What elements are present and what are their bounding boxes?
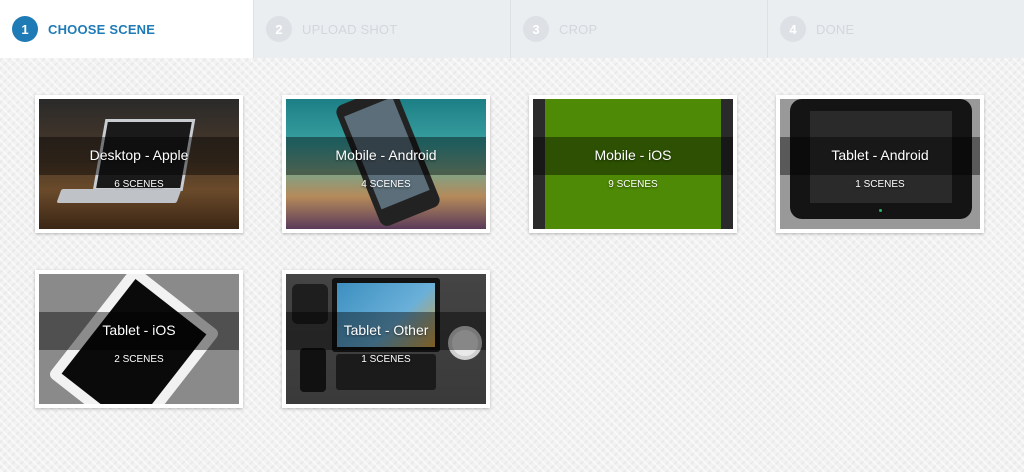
scene-card-tablet-ios[interactable]: Tablet - iOS 2 SCENES: [35, 270, 243, 408]
scene-title: Tablet - Other: [343, 322, 429, 338]
scene-card-tablet-android[interactable]: Tablet - Android 1 SCENES: [776, 95, 984, 233]
step-choose-scene[interactable]: 1 CHOOSE SCENE: [0, 0, 254, 58]
scene-thumbnail: Tablet - Other 1 SCENES: [286, 274, 486, 404]
scene-count: 1 SCENES: [361, 354, 411, 365]
scene-count: 6 SCENES: [114, 179, 164, 190]
scene-thumbnail: Tablet - Android 1 SCENES: [780, 99, 980, 229]
step-done[interactable]: 4 DONE: [768, 0, 1024, 58]
step-number: 3: [523, 16, 549, 42]
scene-card-tablet-other[interactable]: Tablet - Other 1 SCENES: [282, 270, 490, 408]
scene-count: 2 SCENES: [114, 354, 164, 365]
scene-title: Mobile - iOS: [594, 147, 672, 163]
laptop-base-graphic: [56, 189, 182, 203]
step-label: DONE: [816, 21, 855, 37]
scene-title: Mobile - Android: [335, 147, 437, 163]
scene-title: Tablet - iOS: [102, 322, 176, 338]
step-number: 2: [266, 16, 292, 42]
scene-title: Desktop - Apple: [89, 147, 189, 163]
step-label: UPLOAD SHOT: [302, 21, 398, 37]
step-number: 1: [12, 16, 38, 42]
wizard-stepbar: 1 CHOOSE SCENE 2 UPLOAD SHOT 3 CROP 4 DO…: [0, 0, 1024, 58]
scene-thumbnail: Desktop - Apple 6 SCENES: [39, 99, 239, 229]
step-label: CHOOSE SCENE: [48, 21, 156, 37]
scene-count: 1 SCENES: [855, 179, 905, 190]
scene-thumbnail: Mobile - iOS 9 SCENES: [533, 99, 733, 229]
step-number: 4: [780, 16, 806, 42]
step-crop[interactable]: 3 CROP: [511, 0, 768, 58]
scene-card-mobile-android[interactable]: Mobile - Android 4 SCENES: [282, 95, 490, 233]
scene-thumbnail: Tablet - iOS 2 SCENES: [39, 274, 239, 404]
scene-count: 4 SCENES: [361, 179, 411, 190]
scene-card-mobile-ios[interactable]: Mobile - iOS 9 SCENES: [529, 95, 737, 233]
scene-card-desktop-apple[interactable]: Desktop - Apple 6 SCENES: [35, 95, 243, 233]
step-upload-shot[interactable]: 2 UPLOAD SHOT: [254, 0, 511, 58]
step-label: CROP: [559, 21, 598, 37]
scene-count: 9 SCENES: [608, 179, 658, 190]
scene-thumbnail: Mobile - Android 4 SCENES: [286, 99, 486, 229]
scene-title: Tablet - Android: [831, 147, 929, 163]
